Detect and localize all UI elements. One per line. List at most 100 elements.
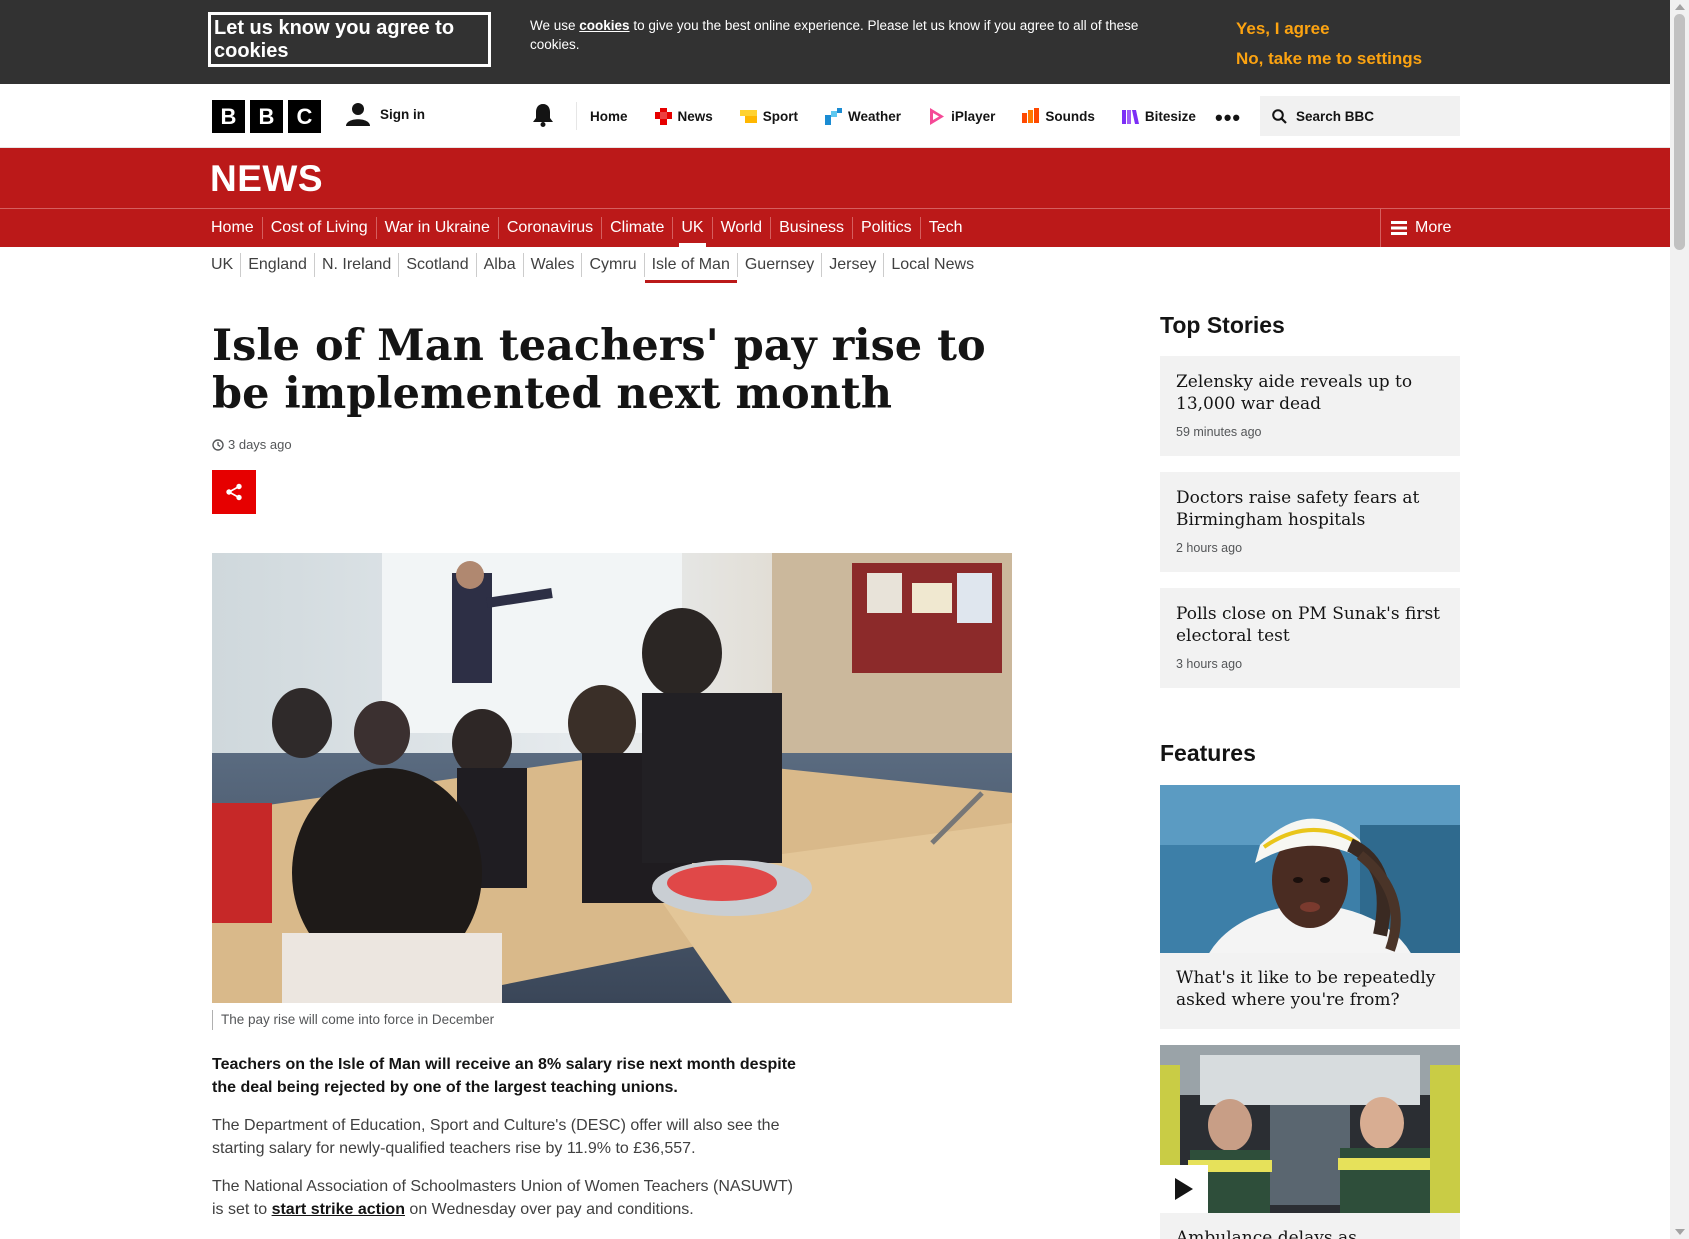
sign-in-label: Sign in (380, 106, 425, 122)
news-nav-war-in-ukraine[interactable]: War in Ukraine (375, 217, 498, 239)
strike-action-link[interactable]: start strike action (272, 1201, 405, 1218)
bbc-logo[interactable]: B B C (212, 100, 321, 133)
article-lead: Teachers on the Isle of Man will receive… (212, 1056, 796, 1096)
news-nav-home[interactable]: Home (211, 217, 262, 239)
user-icon (346, 103, 370, 126)
global-nav-iplayer[interactable]: iPlayer (928, 107, 995, 125)
bbc-logo-block: B (250, 100, 283, 133)
top-story-card[interactable]: Doctors raise safety fears at Birmingham… (1160, 472, 1460, 572)
clock-icon (212, 438, 224, 451)
top-story-time: 3 hours ago (1176, 657, 1243, 671)
image-caption: The pay rise will come into force in Dec… (212, 1010, 494, 1030)
news-more-label: More (1415, 219, 1452, 236)
sub-nav-uk[interactable]: UK (211, 253, 240, 277)
notifications-bell-icon[interactable] (533, 104, 553, 127)
news-nav-cost-of-living[interactable]: Cost of Living (261, 217, 376, 239)
global-nav-bitesize-label: Bitesize (1144, 108, 1196, 124)
cookie-settings-link[interactable]: No, take me to settings (1236, 44, 1422, 74)
top-story-title: Polls close on PM Sunak's first electora… (1176, 604, 1441, 646)
scroll-up-arrow-icon[interactable] (1675, 4, 1685, 10)
page-scrollbar[interactable] (1670, 0, 1689, 1239)
sub-nav-local-news[interactable]: Local News (883, 253, 981, 277)
article-timestamp: 3 days ago (212, 437, 292, 452)
feature-card[interactable]: Ambulance delays as... (1160, 1045, 1460, 1239)
sounds-icon (1022, 107, 1040, 123)
sign-in-link[interactable]: Sign in (346, 102, 425, 126)
share-icon (226, 483, 242, 501)
article-hero-image (212, 553, 1012, 1003)
news-masthead-band: NEWS (0, 148, 1670, 208)
news-nav-uk[interactable]: UK (672, 217, 711, 247)
article-paragraph: The National Association of Schoolmaster… (212, 1175, 802, 1221)
iplayer-icon (930, 107, 945, 125)
cookies-link[interactable]: cookies (579, 18, 629, 33)
news-more-button[interactable]: More (1380, 209, 1460, 247)
cookie-actions: Yes, I agree No, take me to settings (1236, 14, 1422, 74)
top-story-title: Zelensky aide reveals up to 13,000 war d… (1176, 372, 1413, 414)
global-nav-news[interactable]: News (654, 107, 713, 125)
play-video-button[interactable] (1160, 1165, 1208, 1213)
global-nav-sounds[interactable]: Sounds (1022, 107, 1095, 125)
feature-title: Ambulance delays as... (1176, 1228, 1374, 1239)
article-headline: Isle of Man teachers' pay rise to be imp… (212, 321, 986, 419)
sport-icon (739, 109, 757, 123)
sub-nav-england[interactable]: England (240, 253, 314, 277)
top-story-time: 2 hours ago (1176, 541, 1243, 555)
search-placeholder: Search BBC (1296, 108, 1375, 124)
feature-card[interactable]: What's it like to be repeatedly asked wh… (1160, 785, 1460, 1029)
bbc-logo-block: B (212, 100, 245, 133)
sub-nav-jersey[interactable]: Jersey (821, 253, 883, 277)
bbc-logo-block: C (288, 100, 321, 133)
sub-nav-scotland[interactable]: Scotland (398, 253, 475, 277)
agree-cookies-button[interactable]: Yes, I agree (1236, 14, 1422, 44)
uk-sub-nav: UK England N. Ireland Scotland Alba Wale… (211, 253, 981, 283)
top-story-card[interactable]: Polls close on PM Sunak's first electora… (1160, 588, 1460, 688)
global-nav-sport-label: Sport (762, 108, 799, 124)
sub-nav-n-ireland[interactable]: N. Ireland (313, 253, 398, 277)
feature-portrait-photo (1160, 785, 1460, 953)
global-nav-weather[interactable]: Weather (825, 107, 902, 125)
global-nav-home[interactable]: Home (590, 109, 628, 124)
cookie-text-before: We use (530, 18, 580, 33)
top-story-time: 59 minutes ago (1176, 425, 1262, 439)
more-menu-button[interactable]: ••• (1215, 105, 1241, 131)
bitesize-icon (1121, 109, 1139, 124)
news-nav-climate[interactable]: Climate (601, 217, 672, 239)
sub-nav-guernsey[interactable]: Guernsey (736, 253, 821, 277)
sub-nav-alba[interactable]: Alba (475, 253, 523, 277)
sub-nav-isle-of-man[interactable]: Isle of Man (643, 253, 738, 283)
search-icon (1272, 108, 1287, 124)
hamburger-icon (1391, 221, 1407, 235)
scrollbar-thumb[interactable] (1674, 14, 1685, 250)
global-nav-sounds-label: Sounds (1045, 108, 1095, 124)
global-nav-bitesize[interactable]: Bitesize (1121, 108, 1196, 125)
news-nav-tech[interactable]: Tech (919, 217, 971, 239)
top-story-card[interactable]: Zelensky aide reveals up to 13,000 war d… (1160, 356, 1460, 456)
news-nav: Home Cost of Living War in Ukraine Coron… (0, 208, 1670, 247)
cookie-banner-title: Let us know you agree to cookies (207, 11, 492, 68)
nav-divider (576, 102, 577, 130)
global-nav-news-label: News (677, 108, 713, 124)
weather-icon (825, 107, 843, 125)
news-nav-coronavirus[interactable]: Coronavirus (497, 217, 601, 239)
top-stories-heading: Top Stories (1160, 312, 1285, 338)
news-nav-world[interactable]: World (711, 217, 771, 239)
news-masthead[interactable]: NEWS (210, 158, 323, 200)
feature-video-thumb (1160, 1045, 1460, 1213)
news-nav-business[interactable]: Business (770, 217, 852, 239)
para-text: on Wednesday over pay and conditions. (404, 1201, 694, 1218)
classroom-photo (212, 553, 1012, 1003)
news-icon (654, 107, 672, 125)
global-nav-home-label: Home (590, 108, 628, 124)
sub-nav-wales[interactable]: Wales (522, 253, 582, 277)
global-nav-links: Home News Sport Weather iPlayer Sounds B… (590, 84, 1223, 148)
global-nav-weather-label: Weather (848, 108, 902, 124)
search-bbc-box[interactable]: Search BBC (1260, 96, 1460, 136)
top-story-title: Doctors raise safety fears at Birmingham… (1176, 488, 1420, 530)
sub-nav-cymru[interactable]: Cymru (581, 253, 643, 277)
share-button[interactable] (212, 470, 256, 514)
global-nav-sport[interactable]: Sport (739, 108, 799, 125)
scroll-down-arrow-icon[interactable] (1675, 1229, 1685, 1235)
features-heading: Features (1160, 740, 1256, 766)
news-nav-politics[interactable]: Politics (852, 217, 920, 239)
